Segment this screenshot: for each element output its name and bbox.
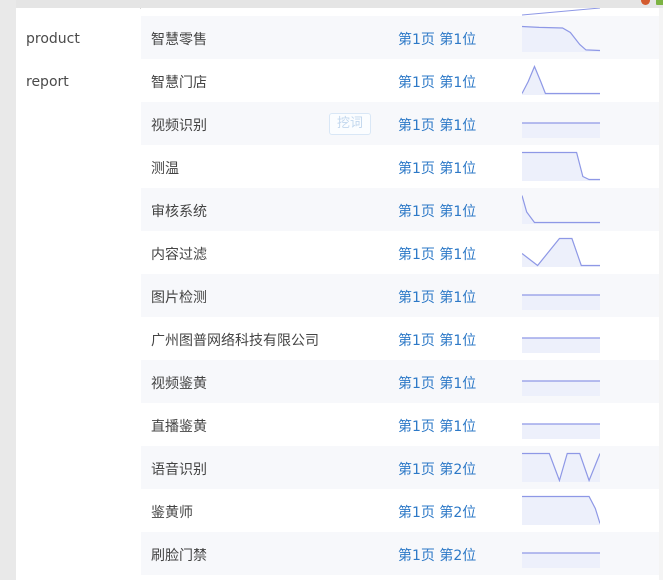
ranking-link[interactable]: 第1页 第1位 (398, 330, 476, 350)
image-icon (656, 0, 663, 5)
screenshot-frame: product report 智慧零售 第1页 第1位 智慧门店 第1页 第1位 视频识… (0, 0, 663, 580)
trend-sparkline (522, 151, 600, 181)
keyword-cell[interactable]: 广州图普网络科技有限公司 (151, 330, 319, 350)
sidebar: product report (16, 8, 140, 580)
sparkline-area (522, 338, 600, 353)
trend-sparkline (522, 122, 600, 138)
sparkline-area (522, 295, 600, 310)
ranking-link[interactable]: 第1页 第2位 (398, 459, 476, 479)
ranking-link[interactable]: 第1页 第1位 (398, 287, 476, 307)
sparkline-area (522, 123, 600, 138)
keyword-cell[interactable]: 视频识别 (151, 115, 207, 135)
sparkline-area (522, 66, 600, 95)
table-row: 图片检测 第1页 第1位 (141, 274, 663, 317)
sparkline-area (522, 381, 600, 396)
status-dot-icon (641, 0, 650, 5)
table-row: 刷脸门禁 第1页 第2位 (141, 532, 663, 575)
ranking-link[interactable]: 第1页 第1位 (398, 201, 476, 221)
previous-sparkline-fragment (522, 8, 600, 16)
keyword-cell[interactable]: 视频鉴黄 (151, 373, 207, 393)
keyword-cell[interactable]: 鉴黄师 (151, 502, 193, 522)
keyword-ranking-table: 智慧零售 第1页 第1位 智慧门店 第1页 第1位 视频识别 挖词 第1页 第1位 测温 第1页… (141, 16, 663, 575)
sparkline-area (522, 26, 600, 52)
top-partial-row (141, 8, 663, 16)
dig-keyword-button[interactable]: 挖词 (329, 113, 371, 135)
ranking-link[interactable]: 第1页 第2位 (398, 545, 476, 565)
trend-sparkline (522, 294, 600, 310)
table-row: 语音识别 第1页 第2位 (141, 446, 663, 489)
sparkline-area (522, 424, 600, 439)
trend-sparkline (522, 25, 600, 52)
sidebar-item-report[interactable]: report (26, 73, 69, 91)
keyword-cell[interactable]: 内容过滤 (151, 244, 207, 264)
keyword-cell[interactable]: 图片检测 (151, 287, 207, 307)
sparkline-area (522, 496, 600, 525)
sparkline-area (522, 152, 600, 181)
table-row: 视频鉴黄 第1页 第1位 (141, 360, 663, 403)
trend-sparkline (522, 495, 600, 525)
sparkline-line (522, 195, 600, 224)
trend-sparkline (522, 552, 600, 568)
table-row: 直播鉴黄 第1页 第1位 (141, 403, 663, 446)
ranking-link[interactable]: 第1页 第1位 (398, 115, 476, 135)
left-gutter (0, 0, 17, 580)
keyword-cell[interactable]: 刷脸门禁 (151, 545, 207, 565)
table-row: 测温 第1页 第1位 (141, 145, 663, 188)
table-row: 智慧门店 第1页 第1位 (141, 59, 663, 102)
ranking-link[interactable]: 第1页 第1位 (398, 244, 476, 264)
table-row: 视频识别 挖词 第1页 第1位 (141, 102, 663, 145)
ranking-link[interactable]: 第1页 第2位 (398, 502, 476, 522)
keyword-cell[interactable]: 智慧零售 (151, 29, 207, 49)
trend-sparkline (522, 237, 600, 267)
ranking-link[interactable]: 第1页 第1位 (398, 29, 476, 49)
trend-sparkline (522, 337, 600, 353)
sparkline-area (522, 553, 600, 568)
keyword-cell[interactable]: 直播鉴黄 (151, 416, 207, 436)
keyword-cell[interactable]: 审核系统 (151, 201, 207, 221)
table-row: 内容过滤 第1页 第1位 (141, 231, 663, 274)
trend-sparkline (522, 423, 600, 439)
ranking-link[interactable]: 第1页 第1位 (398, 158, 476, 178)
trend-sparkline (522, 452, 600, 482)
trend-sparkline (522, 65, 600, 95)
keyword-cell[interactable]: 语音识别 (151, 459, 207, 479)
table-row: 审核系统 第1页 第1位 (141, 188, 663, 231)
trend-sparkline (522, 380, 600, 396)
sidebar-item-product[interactable]: product (26, 30, 80, 48)
table-row: 智慧零售 第1页 第1位 (141, 16, 663, 59)
ranking-link[interactable]: 第1页 第1位 (398, 373, 476, 393)
ranking-link[interactable]: 第1页 第1位 (398, 416, 476, 436)
trend-sparkline (522, 195, 600, 224)
ranking-link[interactable]: 第1页 第1位 (398, 72, 476, 92)
scrollbar[interactable] (659, 8, 663, 580)
keyword-cell[interactable]: 智慧门店 (151, 72, 207, 92)
table-row: 广州图普网络科技有限公司 第1页 第1位 (141, 317, 663, 360)
keyword-cell[interactable]: 测温 (151, 158, 179, 178)
sparkline-area (522, 195, 600, 224)
table-row: 鉴黄师 第1页 第2位 (141, 489, 663, 532)
